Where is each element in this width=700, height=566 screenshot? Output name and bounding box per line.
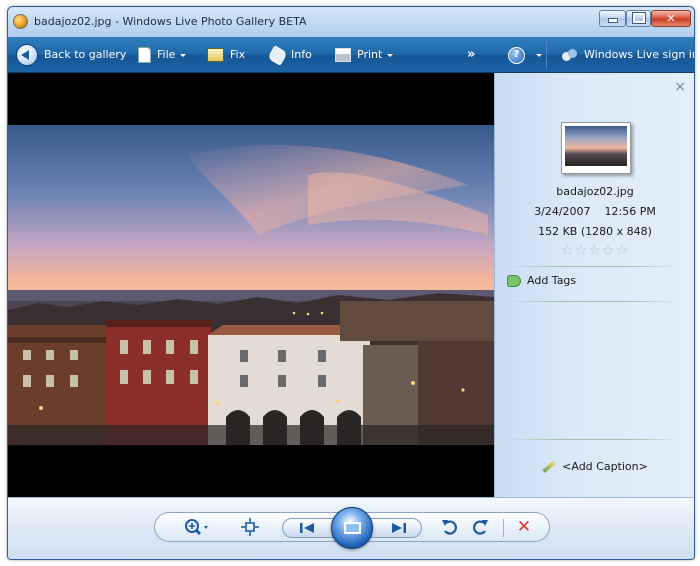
minimize-button[interactable]: [599, 10, 626, 27]
printer-icon: [335, 48, 351, 62]
add-tags-label: Add Tags: [527, 274, 577, 287]
info-tag-icon: [267, 44, 288, 66]
info-button[interactable]: Info: [267, 37, 312, 72]
zoom-in-icon: [185, 519, 208, 536]
close-pane-button[interactable]: ×: [674, 79, 686, 95]
chevron-down-icon: [536, 53, 542, 57]
back-to-gallery-button[interactable]: Back to gallery: [16, 37, 126, 72]
photo-sunset-cityscape: [8, 125, 494, 445]
close-window-button[interactable]: ✕: [651, 10, 691, 27]
photo-viewer[interactable]: [8, 73, 494, 497]
playback-controls-bar: ✕: [8, 497, 694, 559]
slideshow-button[interactable]: [331, 507, 373, 549]
chevron-down-icon: [387, 53, 394, 57]
add-tag-icon: [507, 275, 521, 287]
add-caption-link[interactable]: <Add Caption>: [495, 459, 694, 475]
rotate-clockwise-icon: [473, 520, 488, 535]
maximize-button[interactable]: [626, 10, 651, 27]
slideshow-icon: [344, 522, 361, 534]
rating-star-1[interactable]: ☆: [561, 243, 575, 259]
date-taken[interactable]: 3/24/2007 12:56 PM: [495, 205, 694, 218]
windows-live-sign-in-label: Windows Live sign in: [584, 48, 695, 61]
previous-button[interactable]: [297, 521, 319, 535]
time-value: 12:56 PM: [604, 205, 656, 218]
star-rating[interactable]: ☆☆☆☆☆: [495, 243, 694, 259]
thumbnail-image: [565, 126, 627, 166]
chevron-down-icon: [180, 53, 187, 57]
info-pane: × badajoz02.jpg 3/24/2007 12:56 PM 152 K…: [494, 73, 694, 497]
toolbar-divider: [546, 40, 547, 69]
divider: [507, 439, 681, 440]
back-arrow-icon: [16, 44, 38, 66]
actual-size-button[interactable]: [239, 517, 261, 537]
photo-thumbnail: [561, 122, 631, 174]
delete-button[interactable]: ✕: [513, 516, 535, 538]
help-menu-button[interactable]: ?: [508, 37, 542, 72]
file-icon: [138, 47, 151, 63]
controls-group: ✕: [154, 507, 550, 549]
rating-star-5[interactable]: ☆: [615, 243, 629, 259]
rating-star-2[interactable]: ☆: [575, 243, 589, 259]
photo[interactable]: [8, 125, 494, 445]
info-label: Info: [291, 48, 312, 61]
title-bar[interactable]: badajoz02.jpg - Windows Live Photo Galle…: [8, 7, 694, 37]
rating-star-3[interactable]: ☆: [588, 243, 602, 259]
divider: [507, 266, 681, 267]
delete-icon: ✕: [516, 517, 532, 537]
back-to-gallery-label: Back to gallery: [44, 48, 127, 61]
add-tags-link[interactable]: Add Tags: [507, 273, 576, 289]
previous-icon: [300, 523, 314, 533]
help-icon: ?: [508, 46, 525, 64]
minimize-icon: [607, 18, 618, 23]
windows-live-sign-in-button[interactable]: Windows Live sign in: [562, 37, 695, 72]
actual-size-icon: [241, 518, 259, 536]
toolbar-overflow-button[interactable]: »: [467, 37, 475, 72]
window-title: badajoz02.jpg - Windows Live Photo Galle…: [34, 15, 307, 28]
rotate-counterclockwise-button[interactable]: [439, 517, 461, 537]
date-value: 3/24/2007: [534, 205, 591, 218]
pencil-icon: [542, 460, 556, 474]
controls-divider: [503, 519, 504, 537]
maximize-icon: [631, 12, 646, 24]
windows-live-people-icon: [562, 48, 578, 62]
rating-star-4[interactable]: ☆: [602, 243, 616, 259]
file-size: 152 KB (1280 x 848): [538, 225, 652, 238]
print-menu-button[interactable]: Print: [335, 37, 394, 72]
next-button[interactable]: [387, 521, 409, 535]
fix-label: Fix: [230, 48, 246, 61]
file-name[interactable]: badajoz02.jpg: [495, 185, 694, 198]
file-menu-button[interactable]: File: [138, 37, 187, 72]
print-menu-label: Print: [357, 48, 383, 61]
zoom-button[interactable]: [183, 517, 211, 537]
photo-gallery-app-icon[interactable]: [13, 14, 28, 29]
fix-button[interactable]: Fix: [207, 37, 245, 72]
file-menu-label: File: [157, 48, 176, 61]
fix-icon: [207, 48, 224, 62]
add-caption-label: <Add Caption>: [562, 460, 648, 473]
next-icon: [392, 523, 406, 533]
rotate-counterclockwise-icon: [442, 520, 457, 535]
rotate-clockwise-button[interactable]: [469, 517, 491, 537]
close-icon: ✕: [666, 12, 676, 25]
divider: [507, 301, 681, 302]
command-toolbar: Back to gallery File Fix Info Print » ? …: [8, 37, 694, 73]
app-window: badajoz02.jpg - Windows Live Photo Galle…: [7, 6, 695, 560]
